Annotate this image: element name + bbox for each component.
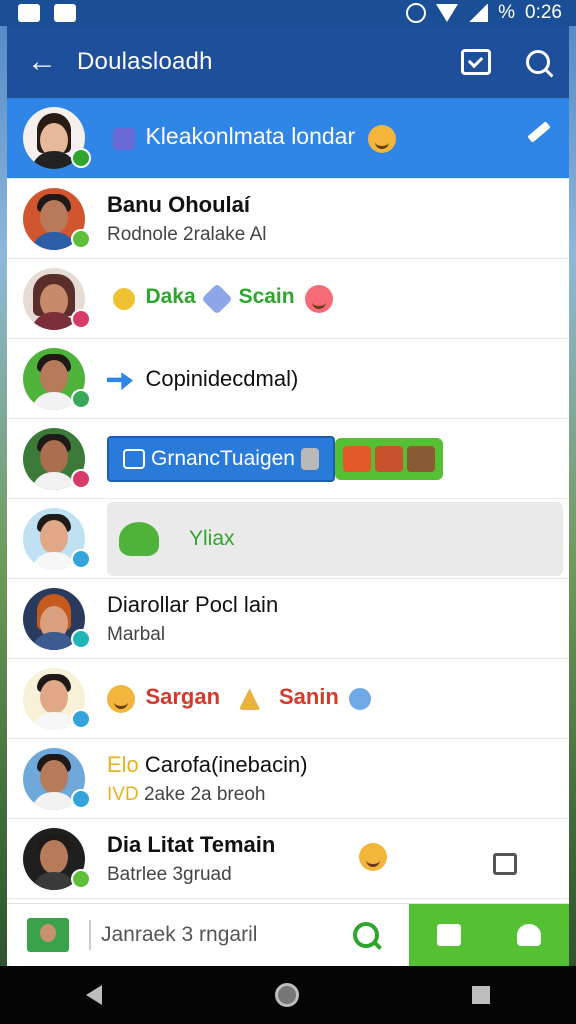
status-badge (71, 869, 91, 889)
notification-icon (18, 4, 40, 22)
list-item[interactable]: Daka Scain (7, 259, 569, 339)
bag-icon[interactable] (493, 853, 517, 875)
page-title: Doulasloadh (77, 48, 213, 75)
status-badge (71, 469, 91, 489)
clock: 0:26 (525, 2, 562, 23)
chat-box-button[interactable] (445, 49, 507, 75)
attachment-chip[interactable]: GrnancTuaigen (107, 435, 335, 482)
search-icon (526, 50, 550, 74)
composer-bar: Janraek 3 rngaril (7, 903, 569, 966)
status-badge (71, 789, 91, 809)
status-badge (71, 709, 91, 729)
message-preview: Rodnole 2ralake Al (107, 223, 267, 245)
list-item[interactable]: Kleakonlmata londar (7, 98, 569, 179)
person-icon (517, 924, 541, 946)
toolbar: ← Doulasloadh (7, 26, 569, 98)
nav-back-icon[interactable] (86, 985, 103, 1005)
list-item-label: Sargan (145, 683, 221, 709)
list-item-label: Kleakonlmata londar (145, 122, 356, 149)
list-item[interactable]: Sargan Sanin (7, 659, 569, 739)
chat-box-icon (461, 49, 491, 75)
list-item[interactable]: Elo Carofa(inebacin) IVD 2ake 2a breoh (7, 739, 569, 819)
list-item-label: Copinidecdmal) (145, 365, 299, 391)
shield-icon (113, 287, 135, 310)
message-preview: Marbal (107, 623, 166, 645)
nav-recents-icon[interactable] (471, 986, 490, 1004)
list-item-label: Scain (238, 284, 295, 308)
message-preview: 2ake 2a breoh (143, 783, 266, 805)
status-bar: % 0:26 (0, 0, 576, 26)
message-bubble[interactable]: Yliax (107, 501, 563, 576)
app-icon (54, 4, 76, 22)
status-badge (71, 309, 91, 329)
attachment-label: GrnancTuaigen (151, 446, 295, 470)
sticker-icon (342, 445, 371, 472)
back-arrow-icon[interactable]: ← (7, 45, 77, 79)
status-badge (71, 148, 91, 168)
compose-button[interactable] (409, 904, 489, 966)
contact-name: Banu Ohoulaí (107, 191, 250, 217)
sticker-icon (374, 445, 403, 472)
list-item-label: Daka (145, 284, 196, 308)
search-button[interactable] (507, 50, 569, 74)
list-item-label: Yliax (189, 526, 235, 550)
compose-input[interactable]: Janraek 3 rngaril (89, 920, 353, 950)
status-badge (71, 549, 91, 569)
avatar[interactable] (27, 918, 69, 952)
tool-icon (300, 447, 319, 470)
prefix-label: IVD (107, 783, 139, 805)
list-item[interactable]: Copinidecdmal) (7, 339, 569, 419)
navigation-bar (0, 966, 576, 1024)
sticker-chip[interactable] (334, 437, 443, 480)
chat-list: Kleakonlmata londar Banu Ohoulaí Rodnole… (7, 98, 569, 899)
document-icon (123, 448, 145, 469)
app-window: ← Doulasloadh Kleakonlmata londar Banu O… (7, 26, 569, 966)
list-item[interactable]: Diarollar Pocl lain Marbal (7, 579, 569, 659)
box-icon (406, 445, 435, 472)
list-item[interactable]: Yliax (7, 499, 569, 579)
status-badge (71, 629, 91, 649)
emoji-icon (107, 685, 135, 714)
alarm-icon (406, 3, 427, 23)
creature-icon (119, 521, 159, 556)
forward-icon (107, 372, 133, 391)
list-item[interactable]: GrnancTuaigen (7, 419, 569, 499)
status-badge (71, 389, 91, 409)
nav-home-icon[interactable] (274, 983, 299, 1007)
emoji-icon (359, 843, 387, 871)
list-item[interactable]: Dia Litat Temain Batrlee 3gruad (7, 819, 569, 899)
search-icon[interactable] (353, 922, 379, 948)
emoji-icon (367, 125, 396, 154)
list-item[interactable]: Banu Ohoulaí Rodnole 2ralake Al (7, 179, 569, 259)
list-item-label: Sanin (278, 683, 339, 709)
signal-icon (468, 4, 489, 22)
contact-name: Carofa(inebacin) (144, 751, 308, 777)
battery-indicator: % (498, 2, 516, 23)
prefix-label: Elo (107, 751, 139, 777)
sticker-icon (349, 688, 372, 711)
tag-icon (113, 128, 135, 151)
contact-name: Diarollar Pocl lain (107, 591, 279, 617)
emoji-icon (305, 284, 334, 313)
contacts-button[interactable] (489, 904, 569, 966)
status-badge (71, 229, 91, 249)
compose-icon (437, 924, 461, 946)
gem-icon (201, 282, 233, 315)
wifi-icon (436, 4, 459, 22)
tree-icon (238, 688, 261, 711)
